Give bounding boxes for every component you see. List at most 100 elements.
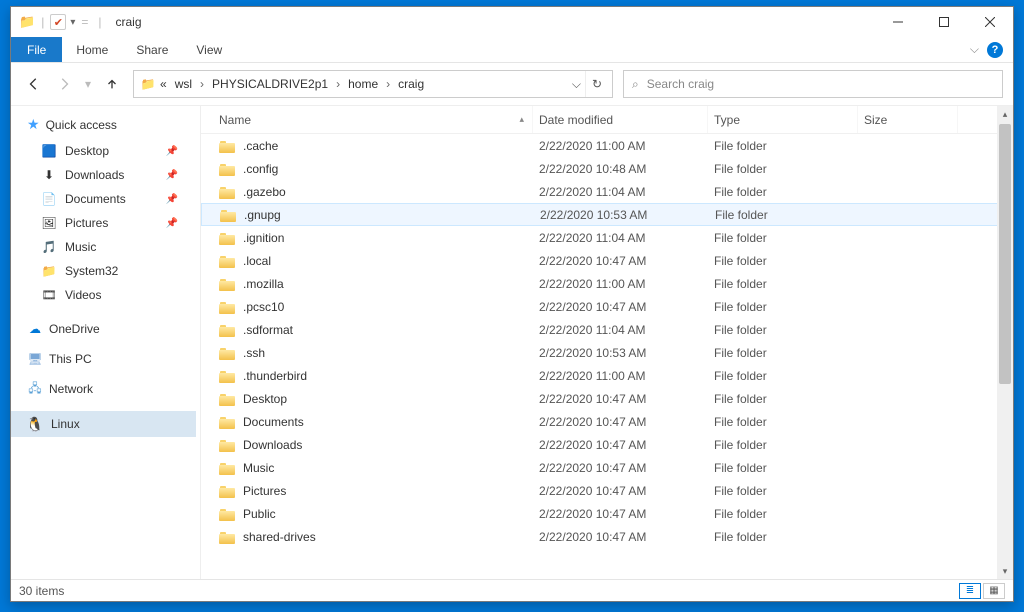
breadcrumb[interactable]: PHYSICALDRIVE2p1 <box>208 75 332 93</box>
folder-icon <box>219 461 235 475</box>
folder-icon <box>219 300 235 314</box>
details-view-button[interactable]: ≣ <box>959 583 981 599</box>
tab-share[interactable]: Share <box>122 37 182 62</box>
file-name: .cache <box>243 139 278 153</box>
ribbon-expand-icon[interactable]: ⌵ <box>970 42 979 57</box>
file-name: .ignition <box>243 231 284 245</box>
table-row[interactable]: .ssh2/22/2020 10:53 AMFile folder <box>201 341 1013 364</box>
minimize-button[interactable] <box>875 7 921 37</box>
search-input[interactable] <box>647 77 994 91</box>
network-label: Network <box>49 382 93 396</box>
column-date[interactable]: Date modified <box>533 106 708 133</box>
table-row[interactable]: Public2/22/2020 10:47 AMFile folder <box>201 502 1013 525</box>
table-row[interactable]: .local2/22/2020 10:47 AMFile folder <box>201 249 1013 272</box>
onedrive-label: OneDrive <box>49 322 100 336</box>
table-row[interactable]: Downloads2/22/2020 10:47 AMFile folder <box>201 433 1013 456</box>
table-row[interactable]: Pictures2/22/2020 10:47 AMFile folder <box>201 479 1013 502</box>
table-row[interactable]: Desktop2/22/2020 10:47 AMFile folder <box>201 387 1013 410</box>
quick-access-toolbar: 📁 | ✔ ▾ = | <box>19 14 105 30</box>
file-name: .gazebo <box>243 185 286 199</box>
recent-locations-button[interactable]: ▾ <box>81 71 95 97</box>
help-icon[interactable]: ? <box>987 42 1003 58</box>
file-date: 2/22/2020 10:53 AM <box>534 208 709 222</box>
table-row[interactable]: .sdformat2/22/2020 11:04 AMFile folder <box>201 318 1013 341</box>
address-dropdown-icon[interactable]: ⌵ <box>568 77 585 92</box>
sidebar-item-linux[interactable]: 🐧 Linux <box>11 411 196 437</box>
file-date: 2/22/2020 10:47 AM <box>533 392 708 406</box>
properties-qat-icon[interactable]: ✔ <box>50 14 66 30</box>
sidebar-item-desktop[interactable]: 🟦Desktop📌 <box>27 139 196 163</box>
file-type: File folder <box>708 231 858 245</box>
sidebar-item-downloads[interactable]: ⬇Downloads📌 <box>27 163 196 187</box>
up-button[interactable] <box>99 71 125 97</box>
back-button[interactable] <box>21 71 47 97</box>
file-rows[interactable]: .cache2/22/2020 11:00 AMFile folder.conf… <box>201 134 1013 579</box>
table-row[interactable]: .ignition2/22/2020 11:04 AMFile folder <box>201 226 1013 249</box>
file-name: Pictures <box>243 484 286 498</box>
sidebar-item-system32[interactable]: 📁System32 <box>27 259 196 283</box>
file-type: File folder <box>708 185 858 199</box>
file-name: .sdformat <box>243 323 293 337</box>
table-row[interactable]: .pcsc102/22/2020 10:47 AMFile folder <box>201 295 1013 318</box>
refresh-button[interactable]: ↻ <box>585 71 608 97</box>
file-date: 2/22/2020 10:47 AM <box>533 254 708 268</box>
sort-indicator-icon: ▴ <box>519 114 524 125</box>
scrollbar[interactable]: ▴ ▾ <box>997 106 1013 579</box>
file-name: shared-drives <box>243 530 316 544</box>
address-bar[interactable]: 📁 « wsl › PHYSICALDRIVE2p1 › home › crai… <box>133 70 613 98</box>
search-box[interactable]: ⌕ <box>623 70 1003 98</box>
table-row[interactable]: shared-drives2/22/2020 10:47 AMFile fold… <box>201 525 1013 548</box>
table-row[interactable]: .config2/22/2020 10:48 AMFile folder <box>201 157 1013 180</box>
column-size[interactable]: Size <box>858 106 958 133</box>
downloads-icon: ⬇ <box>41 167 57 183</box>
documents-icon: 📄 <box>41 191 57 207</box>
file-type: File folder <box>708 392 858 406</box>
onedrive-group[interactable]: ☁ OneDrive <box>27 321 196 337</box>
sidebar-item-videos[interactable]: 🎞Videos <box>27 283 196 307</box>
tab-home[interactable]: Home <box>62 37 122 62</box>
maximize-button[interactable] <box>921 7 967 37</box>
file-type: File folder <box>708 530 858 544</box>
file-tab[interactable]: File <box>11 37 62 62</box>
breadcrumb-recent[interactable]: « <box>156 75 171 93</box>
scroll-thumb[interactable] <box>999 124 1011 384</box>
chevron-right-icon[interactable]: › <box>196 75 208 93</box>
breadcrumb[interactable]: wsl <box>171 75 196 93</box>
file-type: File folder <box>708 461 858 475</box>
this-pc-group[interactable]: 🖥 This PC <box>27 351 196 367</box>
table-row[interactable]: .mozilla2/22/2020 11:00 AMFile folder <box>201 272 1013 295</box>
sidebar-item-pictures[interactable]: 🖼Pictures📌 <box>27 211 196 235</box>
ribbon: File Home Share View ⌵ ? <box>11 37 1013 63</box>
chevron-down-icon[interactable]: ▾ <box>70 17 75 28</box>
breadcrumb[interactable]: craig <box>394 75 428 93</box>
sidebar-item-music[interactable]: 🎵Music <box>27 235 196 259</box>
scroll-up-icon[interactable]: ▴ <box>997 106 1013 122</box>
this-pc-label: This PC <box>49 352 92 366</box>
sidebar-item-documents[interactable]: 📄Documents📌 <box>27 187 196 211</box>
network-group[interactable]: 🖧 Network <box>27 381 196 397</box>
sidebar-item-label: Music <box>65 240 96 254</box>
quick-access-group[interactable]: ★ Quick access <box>27 116 196 133</box>
quick-access-label: Quick access <box>46 118 117 132</box>
forward-button[interactable] <box>51 71 77 97</box>
folder-icon <box>219 507 235 521</box>
table-row[interactable]: .gnupg2/22/2020 10:53 AMFile folder <box>201 203 1013 226</box>
close-button[interactable] <box>967 7 1013 37</box>
chevron-right-icon[interactable]: › <box>332 75 344 93</box>
window-title: craig <box>115 15 141 29</box>
chevron-right-icon[interactable]: › <box>382 75 394 93</box>
table-row[interactable]: Documents2/22/2020 10:47 AMFile folder <box>201 410 1013 433</box>
breadcrumb[interactable]: home <box>344 75 382 93</box>
navigation-pane[interactable]: ★ Quick access 🟦Desktop📌⬇Downloads📌📄Docu… <box>11 106 201 579</box>
folder-icon <box>219 484 235 498</box>
table-row[interactable]: .thunderbird2/22/2020 11:00 AMFile folde… <box>201 364 1013 387</box>
column-type[interactable]: Type <box>708 106 858 133</box>
folder-icon <box>219 162 235 176</box>
table-row[interactable]: Music2/22/2020 10:47 AMFile folder <box>201 456 1013 479</box>
table-row[interactable]: .cache2/22/2020 11:00 AMFile folder <box>201 134 1013 157</box>
thumbnails-view-button[interactable]: ▦ <box>983 583 1005 599</box>
table-row[interactable]: .gazebo2/22/2020 11:04 AMFile folder <box>201 180 1013 203</box>
tab-view[interactable]: View <box>182 37 236 62</box>
scroll-down-icon[interactable]: ▾ <box>997 563 1013 579</box>
column-name[interactable]: Name▴ <box>213 106 533 133</box>
